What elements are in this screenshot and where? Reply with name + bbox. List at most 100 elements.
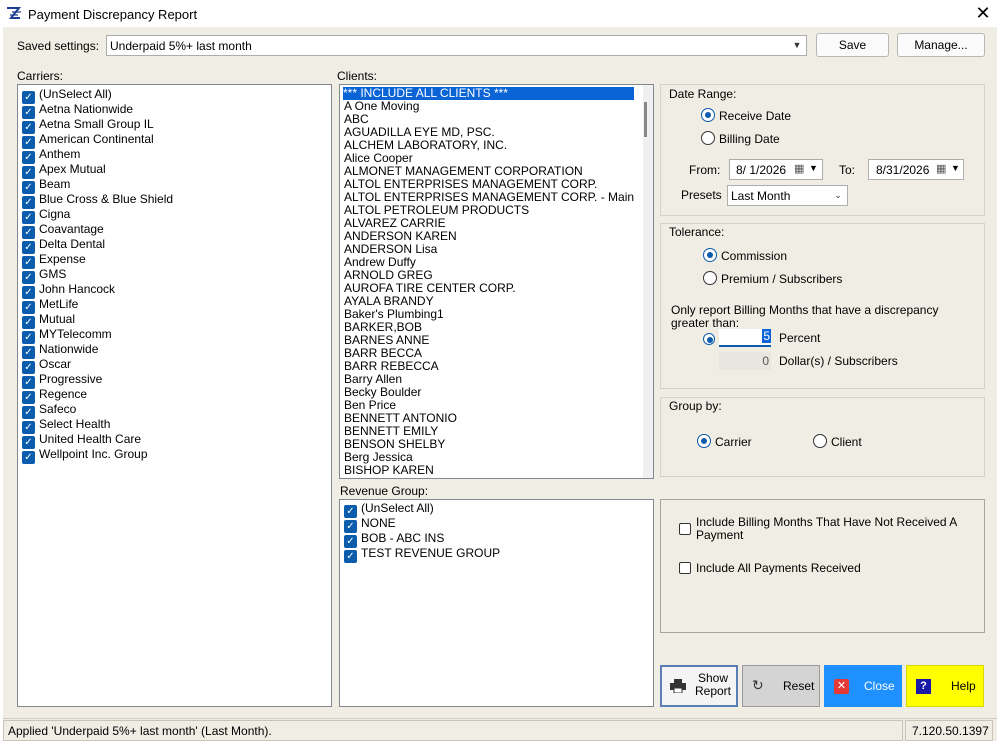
revenue-group-item[interactable]: ✓ (UnSelect All) — [344, 501, 434, 518]
clients-scrollbar[interactable] — [643, 85, 653, 478]
carrier-item[interactable]: ✓ Apex Mutual — [22, 162, 106, 179]
carrier-item[interactable]: ✓ Progressive — [22, 372, 102, 389]
carrier-item[interactable]: ✓ United Health Care — [22, 432, 142, 449]
carrier-item[interactable]: ✓ Select Health — [22, 417, 110, 434]
carrier-item[interactable]: ✓ Anthem — [22, 147, 81, 164]
title-bar: Payment Discrepancy Report ✕ — [0, 0, 1000, 27]
client-item[interactable]: ALTOL ENTERPRISES MANAGEMENT CORP. — [344, 178, 597, 191]
client-item[interactable]: Ben Price — [344, 399, 396, 412]
window-close-icon[interactable]: ✕ — [972, 2, 994, 24]
client-radio[interactable]: Client — [813, 434, 862, 449]
client-item[interactable]: ALCHEM LABORATORY, INC. — [344, 139, 507, 152]
carrier-item[interactable]: ✓ Aetna Small Group IL — [22, 117, 154, 134]
carrier-item[interactable]: ✓ American Continental — [22, 132, 154, 149]
revenue-group-item-label: NONE — [361, 516, 396, 530]
client-item[interactable]: Andrew Duffy — [344, 256, 416, 269]
percent-radio[interactable] — [703, 333, 715, 345]
client-item[interactable]: AYALA BRANDY — [344, 295, 434, 308]
carrier-item[interactable]: ✓ Oscar — [22, 357, 72, 374]
carrier-item[interactable]: ✓ Coavantage — [22, 222, 104, 239]
carrier-item[interactable]: ✓ Regence — [22, 387, 87, 404]
client-item[interactable]: BENNETT ANTONIO — [344, 412, 457, 425]
client-item[interactable]: AGUADILLA EYE MD, PSC. — [344, 126, 495, 139]
presets-dropdown[interactable]: Last Month ⌄ — [727, 185, 848, 206]
client-item[interactable]: BARNES ANNE — [344, 334, 429, 347]
carriers-list[interactable]: ✓ (UnSelect All) ✓ Aetna Nationwide ✓ Aetna S… — [17, 84, 332, 707]
revenue-group-list[interactable]: ✓ (UnSelect All) ✓ NONE ✓ BOB - ABC INS ✓ TEST … — [339, 499, 654, 707]
saved-settings-dropdown[interactable]: Underpaid 5%+ last month ▼ — [106, 35, 807, 56]
client-item[interactable]: ARNOLD GREG — [344, 269, 433, 282]
help-button[interactable]: ? Help — [906, 665, 984, 707]
client-item[interactable]: ANDERSON KAREN — [344, 230, 457, 243]
client-item[interactable]: A One Moving — [344, 100, 419, 113]
client-item[interactable]: ALVAREZ CARRIE — [344, 217, 446, 230]
clients-scrollbar-thumb[interactable] — [644, 102, 647, 137]
carrier-item[interactable]: ✓ MetLife — [22, 297, 78, 314]
client-item[interactable]: AUROFA TIRE CENTER CORP. — [344, 282, 516, 295]
client-item[interactable]: Becky Boulder — [344, 386, 421, 399]
carrier-item[interactable]: ✓ Mutual — [22, 312, 75, 329]
client-item[interactable]: BARR REBECCA — [344, 360, 439, 373]
percent-input[interactable]: 5 — [719, 329, 771, 347]
chevron-down-icon: ▼ — [951, 163, 960, 173]
checkbox-checked-icon[interactable]: ✓ — [344, 550, 357, 563]
client-item[interactable]: Barry Allen — [344, 373, 402, 386]
carrier-item[interactable]: ✓ Cigna — [22, 207, 70, 224]
client-item[interactable]: Alice Cooper — [344, 152, 413, 165]
presets-value: Last Month — [731, 189, 791, 203]
all-payments-checkbox[interactable] — [679, 562, 691, 574]
show-report-button[interactable]: Show Report — [660, 665, 738, 707]
client-item[interactable]: BARR BECCA — [344, 347, 422, 360]
options-panel: Include Billing Months That Have Not Rec… — [660, 499, 985, 633]
carrier-item[interactable]: ✓ Expense — [22, 252, 86, 269]
revenue-group-item[interactable]: ✓ BOB - ABC INS — [344, 531, 444, 548]
carrier-item[interactable]: ✓ GMS — [22, 267, 66, 284]
carrier-item[interactable]: ✓ Safeco — [22, 402, 76, 419]
carrier-item[interactable]: ✓ Blue Cross & Blue Shield — [22, 192, 173, 209]
carrier-item[interactable]: ✓ Wellpoint Inc. Group — [22, 447, 148, 464]
carrier-radio[interactable]: Carrier — [697, 434, 752, 449]
carrier-item[interactable]: ✓ Delta Dental — [22, 237, 105, 254]
carrier-item[interactable]: ✓ Beam — [22, 177, 70, 194]
client-item[interactable]: BARKER,BOB — [344, 321, 422, 334]
to-date-value: 8/31/2026 — [876, 163, 930, 177]
manage-button[interactable]: Manage... — [897, 33, 985, 57]
from-date-picker[interactable]: 8/ 1/2026 ▦ ▼ — [729, 159, 823, 180]
carrier-item-label: Wellpoint Inc. Group — [39, 447, 148, 461]
carrier-item[interactable]: ✓ Nationwide — [22, 342, 98, 359]
carrier-item[interactable]: ✓ John Hancock — [22, 282, 115, 299]
to-date-picker[interactable]: 8/31/2026 ▦ ▼ — [868, 159, 964, 180]
client-item[interactable]: BENNETT EMILY — [344, 425, 438, 438]
not-received-checkbox[interactable] — [679, 523, 691, 535]
receive-date-radio[interactable]: Receive Date — [701, 108, 791, 123]
client-item[interactable]: ALTOL ENTERPRISES MANAGEMENT CORP. - Mai… — [344, 191, 634, 204]
carrier-item-label: United Health Care — [39, 432, 142, 446]
client-item-selected[interactable]: *** INCLUDE ALL CLIENTS *** — [343, 87, 634, 100]
carrier-item-label: Anthem — [39, 147, 81, 161]
clients-list[interactable]: BISHOP KAREN Berg Jessica BENSON SHELBY BEN… — [339, 84, 654, 479]
revenue-group-item[interactable]: ✓ TEST REVENUE GROUP — [344, 546, 500, 563]
dollar-input[interactable]: 0 — [719, 352, 771, 370]
client-item[interactable]: Berg Jessica — [344, 451, 413, 464]
client-item[interactable]: BISHOP KAREN — [344, 464, 434, 477]
client-item[interactable]: ANDERSON Lisa — [344, 243, 437, 256]
client-item[interactable]: ALMONET MANAGEMENT CORPORATION — [344, 165, 583, 178]
save-button[interactable]: Save — [816, 33, 889, 57]
calendar-icon: ▦ — [936, 163, 947, 175]
revenue-group-item[interactable]: ✓ NONE — [344, 516, 396, 533]
client-item[interactable]: Baker's Plumbing1 — [344, 308, 444, 321]
revenue-group-item-label: (UnSelect All) — [361, 501, 434, 515]
commission-radio[interactable]: Commission — [703, 248, 787, 263]
checkbox-checked-icon[interactable]: ✓ — [22, 451, 35, 464]
carrier-item-label: Oscar — [39, 357, 72, 371]
client-item[interactable]: BENSON SHELBY — [344, 438, 445, 451]
billing-date-radio[interactable]: Billing Date — [701, 131, 780, 146]
reset-button[interactable]: ↻ Reset — [742, 665, 820, 707]
client-item[interactable]: ALTOL PETROLEUM PRODUCTS — [344, 204, 529, 217]
premium-radio[interactable]: Premium / Subscribers — [703, 271, 842, 286]
close-button[interactable]: ✕ Close — [824, 665, 902, 707]
carrier-item[interactable]: ✓ (UnSelect All) — [22, 87, 112, 104]
carrier-item[interactable]: ✓ Aetna Nationwide — [22, 102, 133, 119]
carrier-item[interactable]: ✓ MYTelecomm — [22, 327, 112, 344]
client-item[interactable]: ABC — [344, 113, 369, 126]
